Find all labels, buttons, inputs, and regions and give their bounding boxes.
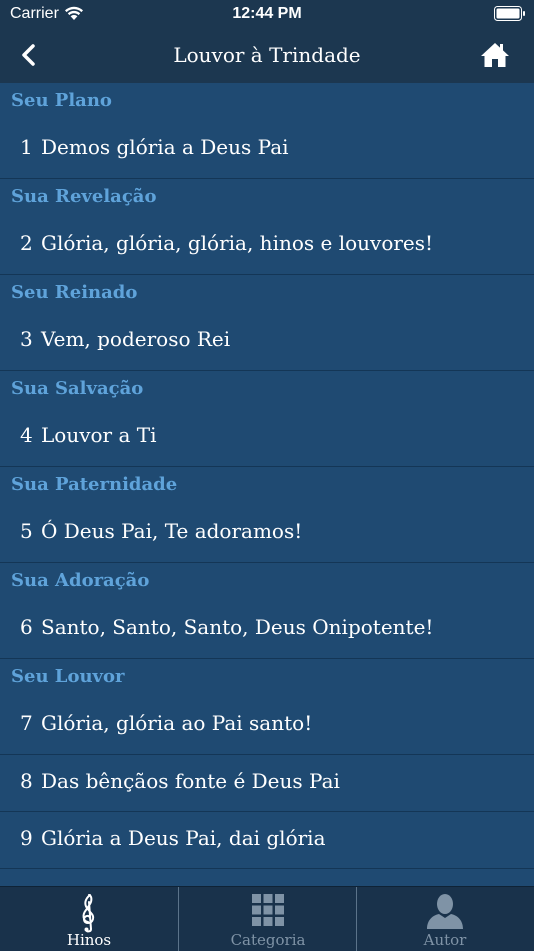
tab-categoria[interactable]: Categoria	[179, 887, 357, 951]
status-bar: Carrier 12:44 PM	[0, 0, 534, 28]
hymn-title: Das bênçãos fonte é Deus Pai	[41, 769, 340, 793]
hymn-title: Demos glória a Deus Pai	[41, 135, 289, 159]
grid-icon	[179, 893, 357, 929]
section-header: Sua Paternidade	[0, 467, 534, 503]
tab-hinos[interactable]: Hinos	[0, 887, 178, 951]
tab-label: Autor	[423, 931, 467, 949]
section-sua-revelacao: Sua Revelação 2 Glória, glória, glória, …	[0, 179, 534, 275]
navigation-bar: Louvor à Trindade	[0, 28, 534, 83]
hymn-number: 2	[20, 231, 33, 255]
list-item[interactable]: 5 Ó Deus Pai, Te adoramos!	[0, 503, 534, 563]
list-item[interactable]: 6 Santo, Santo, Santo, Deus Onipotente!	[0, 599, 534, 659]
hymn-title: Glória, glória, glória, hinos e louvores…	[41, 231, 434, 255]
person-icon	[356, 893, 534, 929]
section-header: Seu Louvor	[0, 659, 534, 695]
tab-label: Hinos	[66, 931, 112, 949]
hymn-number: 9	[20, 826, 33, 850]
section-sua-paternidade: Sua Paternidade 5 Ó Deus Pai, Te adoramo…	[0, 467, 534, 563]
hymn-number: 5	[20, 519, 33, 543]
page-title: Louvor à Trindade	[173, 43, 361, 67]
section-sua-adoracao: Sua Adoração 6 Santo, Santo, Santo, Deus…	[0, 563, 534, 659]
hymn-title: Ó Deus Pai, Te adoramos!	[41, 519, 303, 543]
hymn-title: Santo, Santo, Santo, Deus Onipotente!	[41, 615, 434, 639]
status-time: 12:44 PM	[232, 5, 302, 22]
tab-bar: Hinos Categoria Autor	[0, 886, 534, 951]
hymn-title: Louvor a Ti	[41, 423, 157, 447]
hymn-number: 4	[20, 423, 33, 447]
list-item[interactable]: 8 Das bênçãos fonte é Deus Pai	[0, 755, 534, 812]
list-item[interactable]: 9 Glória a Deus Pai, dai glória	[0, 812, 534, 869]
section-header: Seu Reinado	[0, 275, 534, 311]
hymn-title: Vem, poderoso Rei	[41, 327, 231, 351]
section-header: Sua Adoração	[0, 563, 534, 599]
tab-label: Categoria	[230, 931, 306, 949]
section-header: Seu Plano	[0, 83, 534, 119]
hymn-number: 3	[20, 327, 33, 351]
hymn-title: Glória, glória ao Pai santo!	[41, 711, 313, 735]
battery-icon	[494, 6, 526, 26]
section-header: Sua Revelação	[0, 179, 534, 215]
section-sua-salvacao: Sua Salvação 4 Louvor a Ti	[0, 371, 534, 467]
list-item[interactable]: 2 Glória, glória, glória, hinos e louvor…	[0, 215, 534, 275]
treble-clef-icon	[0, 893, 178, 933]
section-seu-louvor: Seu Louvor 7 Glória, glória ao Pai santo…	[0, 659, 534, 869]
hymn-number: 6	[20, 615, 33, 639]
hymn-list: Seu Plano 1 Demos glória a Deus Pai Sua …	[0, 83, 534, 869]
hymn-number: 7	[20, 711, 33, 735]
hymn-title: Glória a Deus Pai, dai glória	[41, 826, 326, 850]
section-header: Sua Salvação	[0, 371, 534, 407]
list-item[interactable]: 4 Louvor a Ti	[0, 407, 534, 467]
section-seu-reinado: Seu Reinado 3 Vem, poderoso Rei	[0, 275, 534, 371]
section-seu-plano: Seu Plano 1 Demos glória a Deus Pai	[0, 83, 534, 179]
list-item[interactable]: 3 Vem, poderoso Rei	[0, 311, 534, 371]
home-icon	[481, 43, 509, 67]
list-item[interactable]: 7 Glória, glória ao Pai santo!	[0, 695, 534, 755]
tab-autor[interactable]: Autor	[356, 887, 534, 951]
home-button[interactable]	[478, 38, 512, 72]
hymn-number: 8	[20, 769, 33, 793]
hymn-number: 1	[20, 135, 33, 159]
list-item[interactable]: 1 Demos glória a Deus Pai	[0, 119, 534, 179]
